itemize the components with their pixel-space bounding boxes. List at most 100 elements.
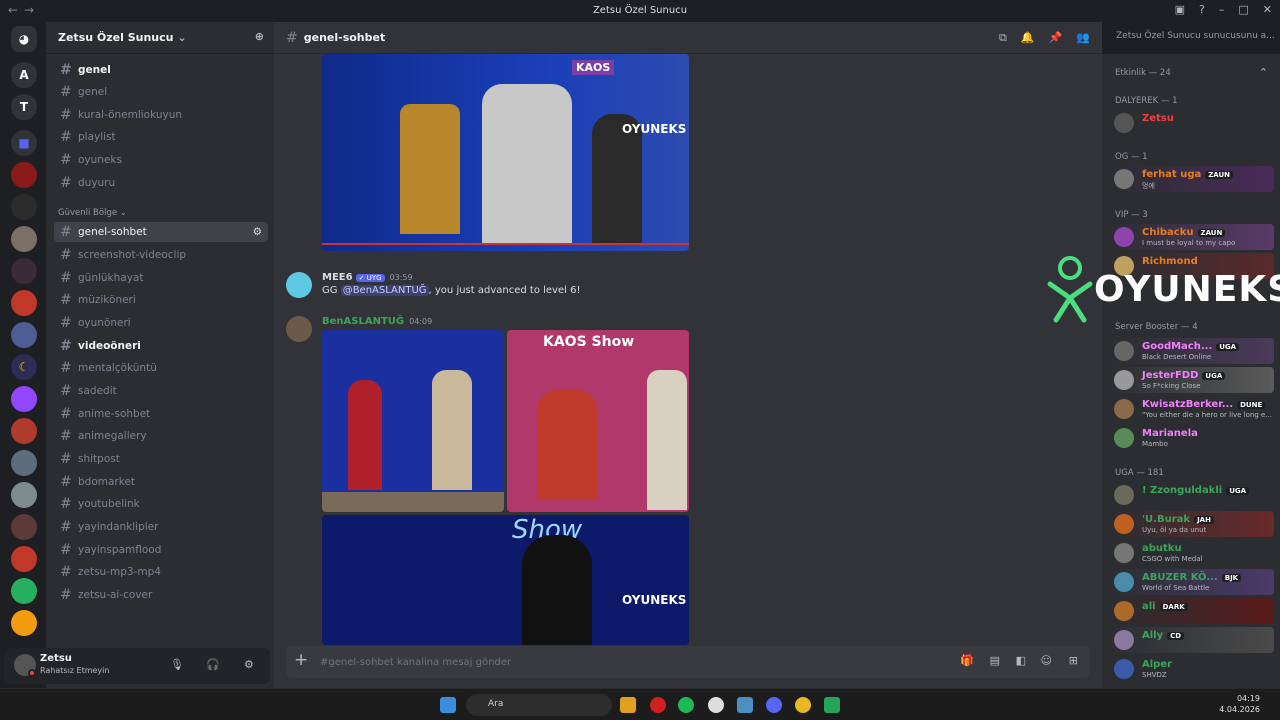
member-item[interactable]: Marianela Mambo bbox=[1112, 425, 1274, 451]
chevron-up-icon[interactable]: ⌃ bbox=[1259, 66, 1268, 79]
avatar[interactable] bbox=[286, 316, 312, 342]
channel-item[interactable]: # screenshot-videoclip bbox=[54, 245, 268, 265]
taskbar-search[interactable]: Ara bbox=[466, 694, 612, 716]
channel-item[interactable]: # kural-önemliokuyun bbox=[54, 105, 268, 125]
file-explorer-icon[interactable] bbox=[620, 697, 636, 713]
guild-icon[interactable] bbox=[11, 578, 37, 604]
embedded-video[interactable]: KAOS OYUNEKS bbox=[322, 54, 689, 251]
channel-item[interactable]: # shitpost bbox=[54, 449, 268, 469]
window-title: Zetsu Özel Sunucu bbox=[592, 5, 688, 16]
members-icon[interactable]: 👥 bbox=[1076, 31, 1090, 45]
moon-icon[interactable]: ☾ bbox=[11, 354, 37, 380]
gif-icon[interactable]: ▤ bbox=[990, 654, 1000, 667]
pin-icon[interactable]: 📌 bbox=[1049, 31, 1063, 45]
member-item[interactable]: Chibacku ZAUN I must be loyal to my capo bbox=[1112, 224, 1274, 250]
message-input[interactable] bbox=[320, 652, 920, 672]
channel-item[interactable]: # yayinspamflood bbox=[54, 540, 268, 560]
guild-icon[interactable] bbox=[11, 450, 37, 476]
help-icon[interactable]: ? bbox=[1199, 3, 1205, 16]
maximize-button[interactable]: □ bbox=[1238, 3, 1248, 16]
add-member-icon[interactable]: ⊕ bbox=[255, 30, 264, 43]
channel-item[interactable]: # günlükhayat bbox=[54, 268, 268, 288]
guild-icon[interactable] bbox=[11, 258, 37, 284]
add-attachment-button[interactable]: + bbox=[294, 650, 308, 670]
settings-icon[interactable]: ⚙ bbox=[244, 658, 254, 671]
guild-icon[interactable] bbox=[11, 194, 37, 220]
opera-icon[interactable] bbox=[650, 697, 666, 713]
avatar[interactable] bbox=[286, 272, 312, 298]
threads-icon[interactable]: ⧉ bbox=[999, 31, 1007, 45]
windows-start-icon[interactable] bbox=[440, 697, 456, 713]
app-icon[interactable] bbox=[708, 697, 724, 713]
member-item[interactable]: abutku CSGO with Medal bbox=[1112, 540, 1274, 566]
embedded-image[interactable] bbox=[322, 330, 504, 512]
sticker-icon[interactable]: ◧ bbox=[1016, 654, 1026, 667]
member-item[interactable]: ! Zzonguldakli UGA bbox=[1112, 482, 1274, 508]
member-item[interactable]: Zetsu bbox=[1112, 110, 1274, 136]
channel-item[interactable]: # sadedit bbox=[54, 381, 268, 401]
settings-icon[interactable]: ⚙ bbox=[253, 226, 262, 238]
close-button[interactable]: ✕ bbox=[1263, 3, 1272, 16]
channel-item[interactable]: # oyunöneri bbox=[54, 313, 268, 333]
member-item[interactable]: Alper SHVDZ bbox=[1112, 656, 1274, 682]
guild-icon[interactable] bbox=[11, 226, 37, 252]
channel-item[interactable]: # genel bbox=[54, 60, 268, 80]
member-item[interactable]: Ally CD bbox=[1112, 627, 1274, 653]
discord-icon[interactable] bbox=[766, 697, 782, 713]
guild-icon[interactable] bbox=[11, 610, 37, 636]
guild-a[interactable]: A bbox=[11, 62, 37, 88]
embedded-video[interactable]: Show OYUNEKS bbox=[322, 515, 689, 645]
video-progress-bar[interactable] bbox=[322, 243, 689, 245]
channel-item[interactable]: # genel bbox=[54, 82, 268, 102]
channel-item[interactable]: # zetsu-mp3-mp4 bbox=[54, 562, 268, 582]
guild-icon[interactable] bbox=[11, 514, 37, 540]
bell-icon[interactable]: 🔔 bbox=[1021, 31, 1035, 45]
server-header[interactable]: Zetsu Özel Sunucu ⌄ ⊕ bbox=[46, 22, 274, 54]
channel-item-active[interactable]: # genel-sohbet ⚙ bbox=[54, 222, 268, 242]
member-item[interactable]: JesterFDD UGA So F*cking Close bbox=[1112, 367, 1274, 393]
member-item[interactable]: 'U.Burak JAH Uyu, öl ya da unut bbox=[1112, 511, 1274, 537]
member-item[interactable]: ABUZER KÖ... BJK World of Sea Battle bbox=[1112, 569, 1274, 595]
chrome-icon[interactable] bbox=[795, 697, 811, 713]
channel-item[interactable]: # mentalçöküntü bbox=[54, 358, 268, 378]
headphones-icon[interactable]: 🎧 bbox=[206, 658, 220, 671]
app-icon[interactable] bbox=[737, 697, 753, 713]
channel-item[interactable]: # anime-sohbet bbox=[54, 404, 268, 424]
guild-icon[interactable] bbox=[11, 322, 37, 348]
gift-icon[interactable]: 🎁 bbox=[960, 654, 974, 667]
channel-item[interactable]: # duyuru bbox=[54, 173, 268, 193]
category-header[interactable]: Güvenli Bölge ⌄ bbox=[58, 208, 127, 218]
twitch-icon[interactable] bbox=[11, 386, 37, 412]
embedded-image[interactable]: KAOS Show bbox=[507, 330, 689, 512]
app-icon[interactable] bbox=[824, 697, 840, 713]
inbox-icon[interactable]: ▣ bbox=[1175, 3, 1185, 16]
channel-item[interactable]: # playlist bbox=[54, 127, 268, 147]
channel-item[interactable]: # yayindanklipler bbox=[54, 517, 268, 537]
member-item[interactable]: ferhat uga ZAUN 멍에 bbox=[1112, 166, 1274, 192]
clock[interactable]: 04:19 4.04.2026 bbox=[1219, 693, 1260, 715]
channel-item[interactable]: # youtubelink bbox=[54, 494, 268, 514]
channel-item[interactable]: # videoöneri bbox=[54, 336, 268, 356]
member-item[interactable]: ali DARK bbox=[1112, 598, 1274, 624]
discord-home-icon[interactable]: ◕ bbox=[11, 26, 37, 52]
channel-item[interactable]: # bdomarket bbox=[54, 472, 268, 492]
guild-t[interactable]: T bbox=[11, 94, 37, 120]
guild-icon[interactable] bbox=[11, 482, 37, 508]
apps-icon[interactable]: ⊞ bbox=[1069, 654, 1078, 667]
search-input[interactable]: Zetsu Özel Sunucu sunucusunu a... bbox=[1108, 26, 1274, 48]
channel-item[interactable]: # animegallery bbox=[54, 426, 268, 446]
emoji-icon[interactable]: ☺ bbox=[1041, 654, 1052, 667]
folder-icon[interactable]: ■ bbox=[11, 130, 37, 156]
guild-icon[interactable] bbox=[11, 290, 37, 316]
channel-item[interactable]: # zetsu-ai-cover bbox=[54, 585, 268, 605]
guild-icon[interactable] bbox=[11, 418, 37, 444]
member-item[interactable]: GoodMach... UGA Black Desert Online bbox=[1112, 338, 1274, 364]
channel-item[interactable]: # oyuneks bbox=[54, 150, 268, 170]
spotify-icon[interactable] bbox=[678, 697, 694, 713]
guild-icon[interactable] bbox=[11, 162, 37, 188]
minimize-button[interactable]: – bbox=[1219, 3, 1225, 16]
member-item[interactable]: KwisatzBerker... DUNE "You either die a he… bbox=[1112, 396, 1274, 422]
guild-icon[interactable] bbox=[11, 546, 37, 572]
channel-item[interactable]: # müziköneri bbox=[54, 290, 268, 310]
microphone-icon[interactable]: 🎙 bbox=[170, 658, 184, 671]
